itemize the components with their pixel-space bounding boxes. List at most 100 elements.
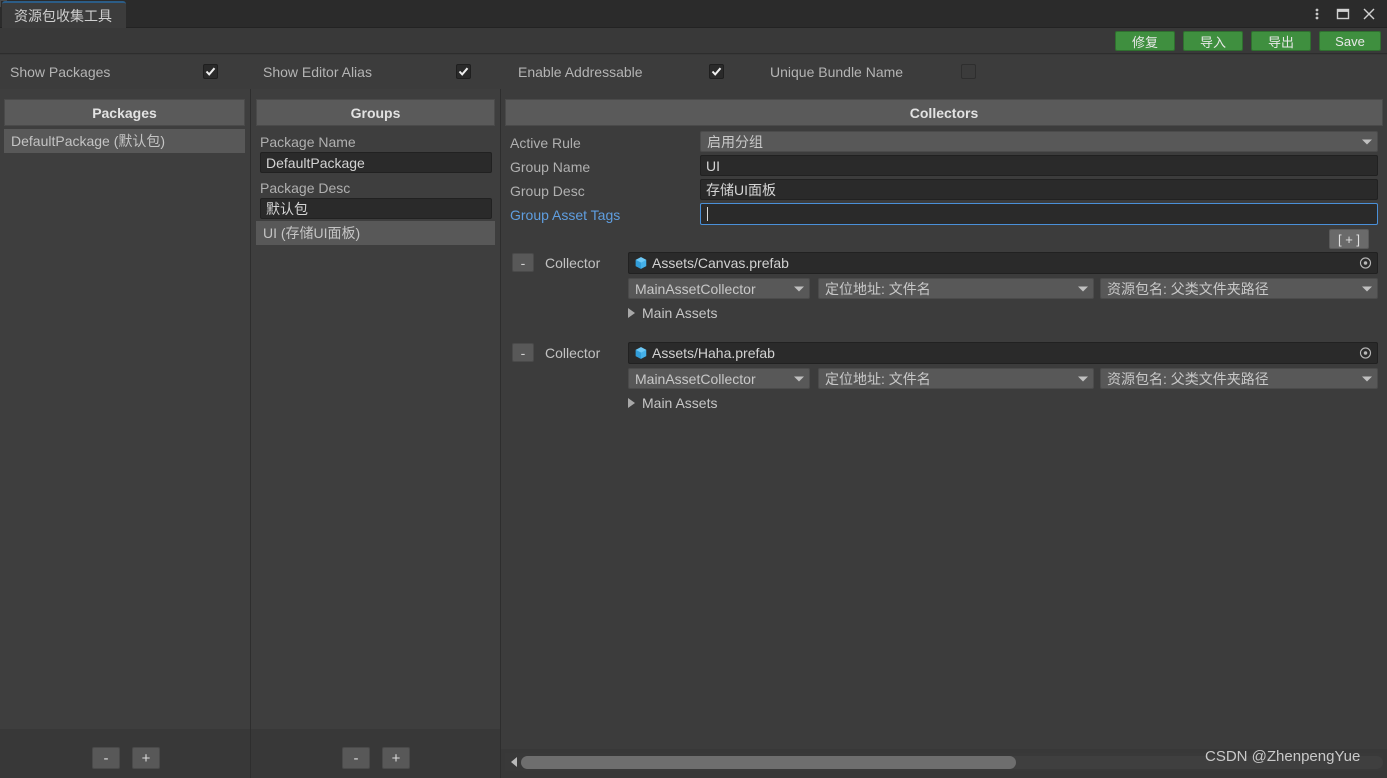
save-button-label: Save bbox=[1335, 33, 1365, 49]
unique-bundle-name-checkbox[interactable] bbox=[961, 64, 976, 79]
group-name-value: UI bbox=[706, 157, 720, 174]
collector-asset-field-2[interactable]: Assets/Haha.prefab bbox=[628, 342, 1378, 364]
scroll-left-icon[interactable] bbox=[511, 757, 517, 767]
add-group-label: + bbox=[391, 749, 401, 767]
group-name-input[interactable]: UI bbox=[700, 155, 1378, 176]
asset-bundle-collector-window: 资源包收集工具 修复 导入 导出 Save Show Packages Show… bbox=[0, 0, 1387, 778]
package-list-item-default[interactable]: DefaultPackage (默认包) bbox=[4, 129, 245, 153]
add-package-label: + bbox=[141, 749, 151, 767]
action-toolbar: 修复 导入 导出 Save bbox=[0, 28, 1387, 54]
package-desc-input[interactable]: 默认包 bbox=[260, 198, 492, 219]
group-list-item-ui[interactable]: UI (存储UI面板) bbox=[256, 221, 495, 245]
maximize-icon[interactable] bbox=[1331, 2, 1355, 26]
pack-rule-value-1: 资源包名: 父类文件夹路径 bbox=[1107, 280, 1269, 297]
collectors-panel-header: Collectors bbox=[505, 99, 1383, 126]
add-package-button[interactable]: + bbox=[132, 747, 160, 769]
package-name-label: Package Name bbox=[260, 133, 356, 150]
group-desc-label: Group Desc bbox=[510, 182, 585, 199]
remove-group-label: - bbox=[353, 749, 359, 767]
prefab-icon bbox=[634, 256, 648, 270]
kebab-menu-icon[interactable] bbox=[1305, 2, 1329, 26]
main-assets-foldout-1[interactable]: Main Assets bbox=[628, 303, 717, 323]
pack-rule-dropdown-2[interactable]: 资源包名: 父类文件夹路径 bbox=[1100, 368, 1378, 389]
option-show-editor-alias: Show Editor Alias bbox=[263, 55, 372, 89]
collector-row-label-1: Collector bbox=[545, 255, 601, 271]
package-desc-value: 默认包 bbox=[266, 200, 308, 217]
address-rule-value-1: 定位地址: 文件名 bbox=[825, 280, 931, 297]
watermark-label: CSDN @ZhenpengYue bbox=[1205, 748, 1361, 765]
window-controls bbox=[1305, 0, 1381, 28]
collector-type-dropdown-1[interactable]: MainAssetCollector bbox=[628, 278, 810, 299]
chevron-down-icon bbox=[1078, 286, 1088, 291]
chevron-down-icon bbox=[794, 376, 804, 381]
enable-addressable-checkbox[interactable] bbox=[709, 64, 724, 79]
chevron-down-icon bbox=[1362, 139, 1372, 144]
address-rule-dropdown-1[interactable]: 定位地址: 文件名 bbox=[818, 278, 1094, 299]
remove-group-button[interactable]: - bbox=[342, 747, 370, 769]
packages-panel-header: Packages bbox=[4, 99, 245, 126]
remove-package-label: - bbox=[103, 749, 109, 767]
address-rule-dropdown-2[interactable]: 定位地址: 文件名 bbox=[818, 368, 1094, 389]
show-packages-checkbox[interactable] bbox=[203, 64, 218, 79]
add-collector-label: [ + ] bbox=[1338, 231, 1361, 247]
option-show-packages: Show Packages bbox=[10, 55, 110, 89]
package-name-value: DefaultPackage bbox=[266, 154, 365, 171]
object-picker-icon[interactable] bbox=[1359, 257, 1372, 270]
group-asset-tags-input[interactable] bbox=[700, 203, 1378, 225]
chevron-down-icon bbox=[794, 286, 804, 291]
add-collector-button[interactable]: [ + ] bbox=[1329, 229, 1370, 249]
active-rule-value: 启用分组 bbox=[707, 133, 763, 150]
check-icon bbox=[458, 67, 469, 76]
scrollbar-thumb[interactable] bbox=[521, 755, 1016, 769]
import-button[interactable]: 导入 bbox=[1183, 31, 1243, 51]
object-picker-icon[interactable] bbox=[1359, 347, 1372, 360]
group-item-label: UI (存储UI面板) bbox=[263, 225, 361, 241]
collector-asset-field-1[interactable]: Assets/Canvas.prefab bbox=[628, 252, 1378, 274]
show-editor-alias-checkbox[interactable] bbox=[456, 64, 471, 79]
groups-panel-header: Groups bbox=[256, 99, 495, 126]
enable-addressable-label: Enable Addressable bbox=[518, 64, 643, 80]
main-assets-foldout-2[interactable]: Main Assets bbox=[628, 393, 717, 413]
packages-header-label: Packages bbox=[92, 104, 157, 121]
chevron-right-icon bbox=[628, 398, 635, 408]
unique-bundle-name-label: Unique Bundle Name bbox=[770, 64, 904, 80]
chevron-down-icon bbox=[1078, 376, 1088, 381]
repair-button[interactable]: 修复 bbox=[1115, 31, 1175, 51]
add-group-button[interactable]: + bbox=[382, 747, 410, 769]
check-icon bbox=[205, 67, 216, 76]
collector-type-value-2: MainAssetCollector bbox=[635, 370, 756, 387]
pack-rule-dropdown-1[interactable]: 资源包名: 父类文件夹路径 bbox=[1100, 278, 1378, 299]
collector-type-dropdown-2[interactable]: MainAssetCollector bbox=[628, 368, 810, 389]
package-desc-label: Package Desc bbox=[260, 179, 351, 196]
export-button[interactable]: 导出 bbox=[1251, 31, 1311, 51]
package-name-input[interactable]: DefaultPackage bbox=[260, 152, 492, 173]
remove-package-button[interactable]: - bbox=[92, 747, 120, 769]
remove-collector-button-2[interactable]: - bbox=[512, 343, 534, 362]
action-buttons-group: 修复 导入 导出 Save bbox=[1115, 31, 1381, 51]
groups-header-label: Groups bbox=[350, 104, 401, 121]
collector-type-value-1: MainAssetCollector bbox=[635, 280, 756, 297]
address-rule-value-2: 定位地址: 文件名 bbox=[825, 370, 931, 387]
option-unique-bundle-name: Unique Bundle Name bbox=[770, 55, 903, 89]
tab-asset-bundle-collector[interactable]: 资源包收集工具 bbox=[2, 1, 126, 28]
group-asset-tags-label: Group Asset Tags bbox=[510, 206, 621, 223]
chevron-down-icon bbox=[1362, 376, 1372, 381]
repair-button-label: 修复 bbox=[1131, 34, 1158, 50]
options-row: Show Packages Show Editor Alias Enable A… bbox=[0, 55, 1387, 89]
text-caret bbox=[707, 207, 708, 221]
import-button-label: 导入 bbox=[1199, 34, 1226, 50]
close-icon[interactable] bbox=[1357, 2, 1381, 26]
packages-pane bbox=[0, 89, 250, 729]
chevron-right-icon bbox=[628, 308, 635, 318]
group-desc-value: 存储UI面板 bbox=[706, 181, 776, 198]
remove-collector-button-1[interactable]: - bbox=[512, 253, 534, 272]
remove-collector-label-1: - bbox=[520, 254, 526, 271]
pack-rule-value-2: 资源包名: 父类文件夹路径 bbox=[1107, 370, 1269, 387]
show-packages-label: Show Packages bbox=[10, 64, 111, 80]
active-rule-dropdown[interactable]: 启用分组 bbox=[700, 131, 1378, 152]
collector-asset-path-1: Assets/Canvas.prefab bbox=[652, 255, 789, 271]
check-icon bbox=[711, 67, 722, 76]
save-button[interactable]: Save bbox=[1319, 31, 1381, 51]
group-desc-input[interactable]: 存储UI面板 bbox=[700, 179, 1378, 200]
watermark: CSDN @ZhenpengYue bbox=[1205, 748, 1360, 765]
